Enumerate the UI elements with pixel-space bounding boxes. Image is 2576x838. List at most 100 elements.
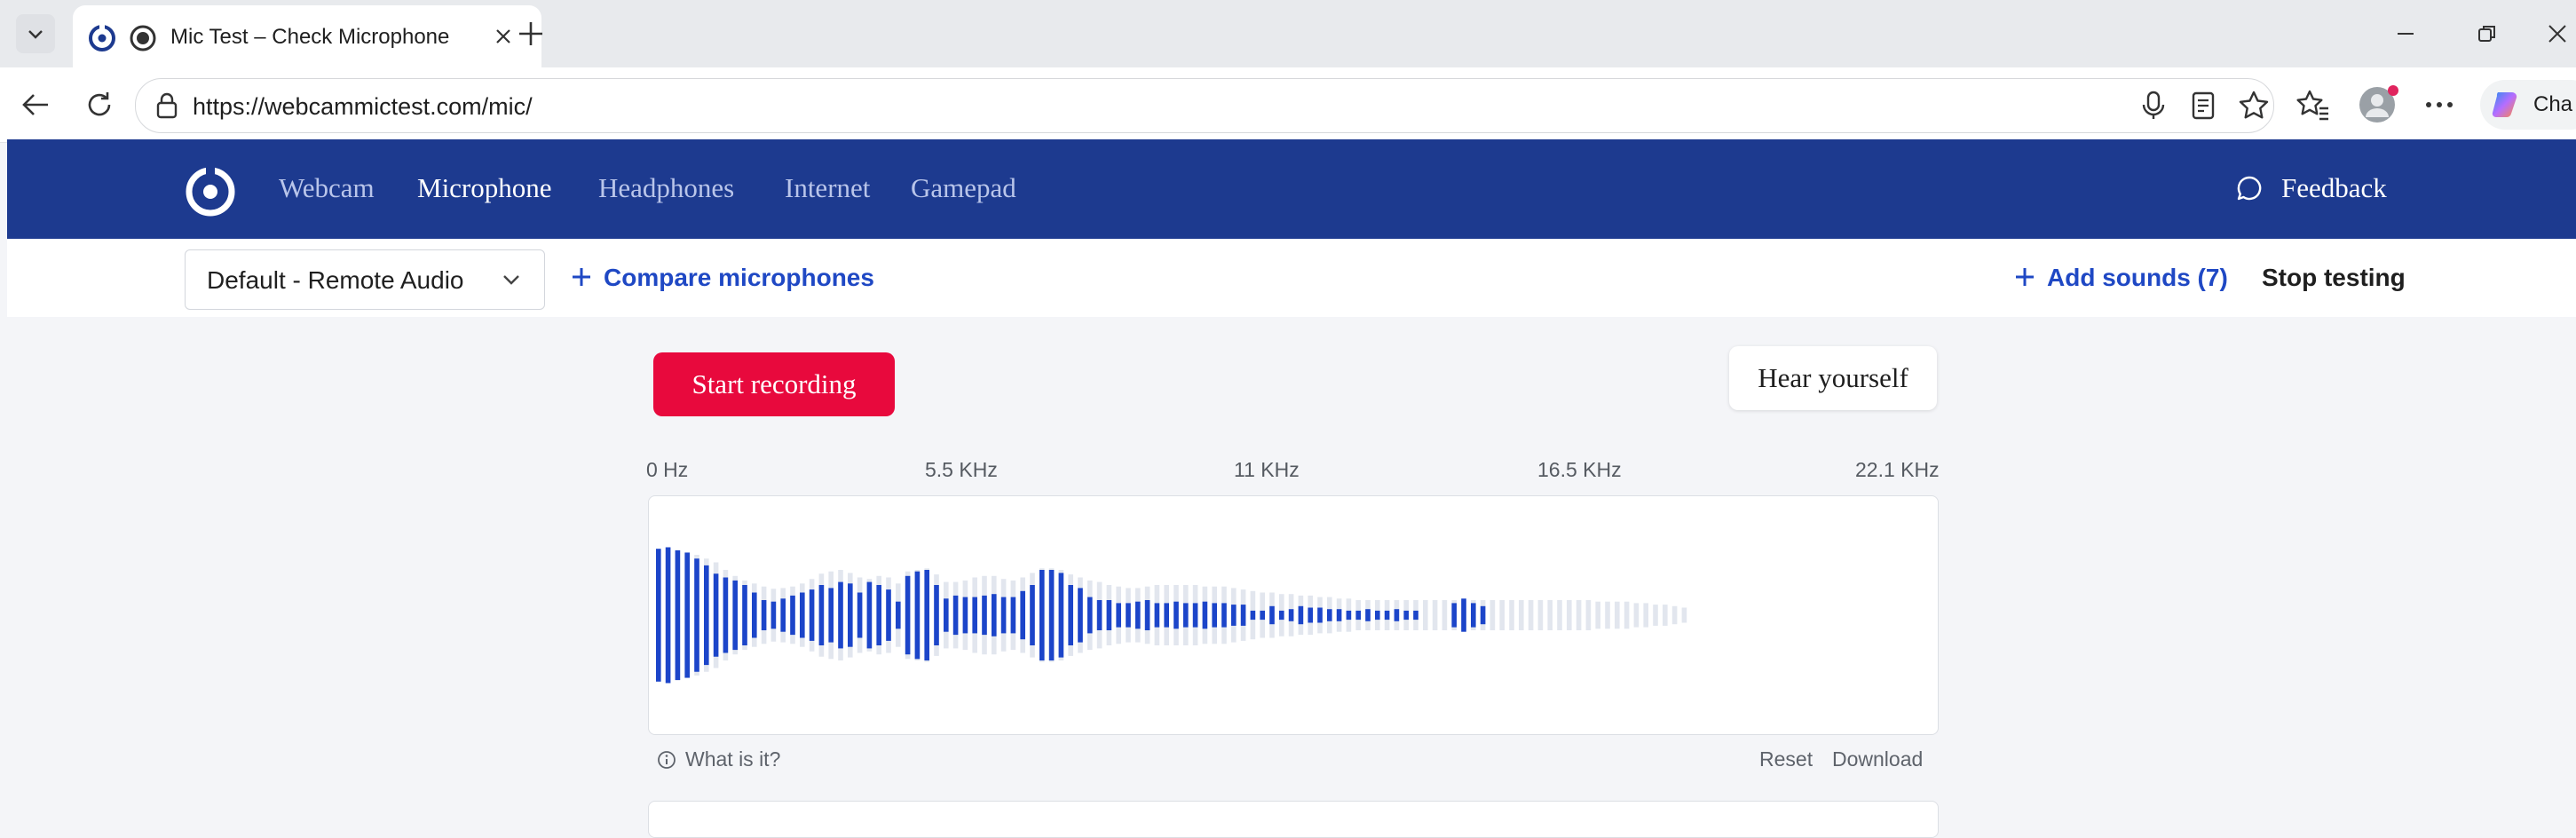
spectrum-bar-live <box>780 598 786 632</box>
what-is-it-link[interactable]: What is it? <box>657 747 780 771</box>
url-text: https://webcammictest.com/mic/ <box>193 93 533 120</box>
spectrum-bar-live <box>1221 603 1227 628</box>
minimize-button[interactable] <box>2382 14 2429 53</box>
spectrum-bar-live <box>713 573 719 657</box>
spectrum-bar-live <box>1308 607 1313 623</box>
spectrum-bar-live <box>1231 605 1237 626</box>
spectrum-bar-peak <box>1671 605 1678 625</box>
spectrum-bar-live <box>1336 609 1342 621</box>
reset-link[interactable]: Reset <box>1759 747 1813 771</box>
spectrum-bar-live <box>1096 600 1102 630</box>
spectrum-bar-live <box>1317 607 1323 623</box>
star-icon[interactable] <box>2238 90 2270 122</box>
nav-headphones[interactable]: Headphones <box>598 172 734 204</box>
spectrum-bar-live <box>1461 598 1466 632</box>
spectrum-bar-live <box>1240 605 1246 626</box>
add-sounds-link[interactable]: Add sounds (7) <box>2013 260 2235 296</box>
copilot-button[interactable]: Cha <box>2480 80 2576 130</box>
spectrum-bar-peak <box>1547 600 1553 630</box>
spectrum-bar-live <box>1355 610 1361 621</box>
spectrum-bar-live <box>1269 605 1275 625</box>
tab-list-button[interactable] <box>16 14 55 53</box>
restore-icon <box>2478 26 2495 42</box>
more-options-icon[interactable] <box>2423 92 2455 117</box>
spectrum-bar-live <box>1451 603 1457 628</box>
spectrum-bar-live <box>742 585 747 645</box>
spectrum-bar-live <box>905 575 911 655</box>
microphone-select-value: Default - Remote Audio <box>207 266 464 294</box>
download-link[interactable]: Download <box>1832 747 1923 771</box>
spectrum-bar-peak <box>1442 600 1448 630</box>
info-icon <box>658 750 676 769</box>
spectrum-bar-live <box>656 549 661 682</box>
arrow-left-icon <box>22 94 48 115</box>
spectrum-bar-live <box>800 592 805 638</box>
start-recording-button[interactable]: Start recording <box>653 352 895 416</box>
back-button[interactable] <box>16 85 55 124</box>
spectrum-bar-live <box>838 581 843 649</box>
spectrum-bar-live <box>818 585 825 645</box>
new-tab-button[interactable] <box>513 16 549 51</box>
spectrum-bar-live <box>665 547 671 684</box>
spectrum-bar-live <box>962 597 968 634</box>
window-close-button[interactable] <box>2539 14 2576 53</box>
spectrum-bar-peak <box>1567 600 1572 630</box>
plus-icon <box>573 268 590 286</box>
site-header: Webcam Microphone Headphones Internet Ga… <box>7 139 2576 239</box>
microphone-select[interactable]: Default - Remote Audio <box>185 249 545 310</box>
spectrum-bar-live <box>914 571 921 660</box>
spectrum-bar-peak <box>1489 600 1496 630</box>
nav-webcam[interactable]: Webcam <box>279 172 375 204</box>
browser-tab-active[interactable]: Mic Test – Check Microphone <box>73 5 541 67</box>
restore-button[interactable] <box>2464 14 2510 53</box>
reload-button[interactable] <box>80 85 119 124</box>
spectrum-bar-live <box>896 601 901 629</box>
spectrum-bar-peak <box>1557 600 1562 630</box>
spectrum-bar-live <box>924 570 929 660</box>
spectrum-bar-live <box>1346 610 1352 621</box>
spectrum-bar-live <box>952 595 959 636</box>
site-favicon-icon <box>89 24 115 51</box>
spectrum-bar-peak <box>1615 601 1620 629</box>
stop-testing-button[interactable]: Stop testing <box>2262 264 2406 292</box>
what-is-it-label: What is it? <box>685 747 781 771</box>
next-card <box>648 801 1939 838</box>
spectrum-bar-live <box>1212 603 1217 628</box>
spectrum-bar-peak <box>1519 600 1524 630</box>
spectrum-bar-live <box>1039 570 1045 660</box>
spectrum-bar-peak <box>1681 607 1687 623</box>
favorites-icon[interactable] <box>2295 87 2331 123</box>
spectrum-bar-live <box>1078 588 1083 643</box>
spectrum-bar-live <box>1000 597 1007 634</box>
spectrum-bar-live <box>1260 610 1265 621</box>
spectrum-bar-live <box>770 601 777 629</box>
nav-internet[interactable]: Internet <box>785 172 870 204</box>
hear-yourself-button[interactable]: Hear yourself <box>1729 346 1937 410</box>
spectrum-bar-peak <box>1595 601 1600 629</box>
reader-mode-icon[interactable] <box>2190 91 2216 120</box>
freq-tick-2: 11 KHz <box>1234 458 1300 481</box>
spectrum-bar-peak <box>1576 600 1582 630</box>
spectrum-bar-peak <box>1499 600 1505 630</box>
spectrum-bar-live <box>1375 610 1380 621</box>
address-bar[interactable]: https://webcammictest.com/mic/ <box>135 78 2274 133</box>
chevron-down-icon <box>28 30 43 39</box>
microphone-icon[interactable] <box>2140 91 2167 121</box>
site-logo-icon[interactable] <box>183 164 238 219</box>
spectrum-bar-live <box>857 592 863 638</box>
compare-microphones-link[interactable]: Compare microphones <box>570 260 889 296</box>
spectrum-bar-live <box>1471 603 1476 628</box>
spectrum-bar-live <box>809 589 815 641</box>
spectrum-bar-live <box>828 588 834 643</box>
spectrum-bar-peak <box>1605 601 1610 629</box>
profile-avatar[interactable] <box>2358 85 2398 124</box>
freq-tick-3: 16.5 KHz <box>1537 458 1622 481</box>
spectrum-bar-live <box>1144 600 1150 630</box>
nav-microphone[interactable]: Microphone <box>417 172 552 204</box>
plus-icon <box>519 22 542 45</box>
spectrum-bar-live <box>1010 597 1016 634</box>
plus-icon <box>2016 268 2034 286</box>
nav-gamepad[interactable]: Gamepad <box>911 172 1016 204</box>
spectrum-bar-live <box>1164 603 1169 628</box>
chevron-down-icon <box>503 275 519 285</box>
